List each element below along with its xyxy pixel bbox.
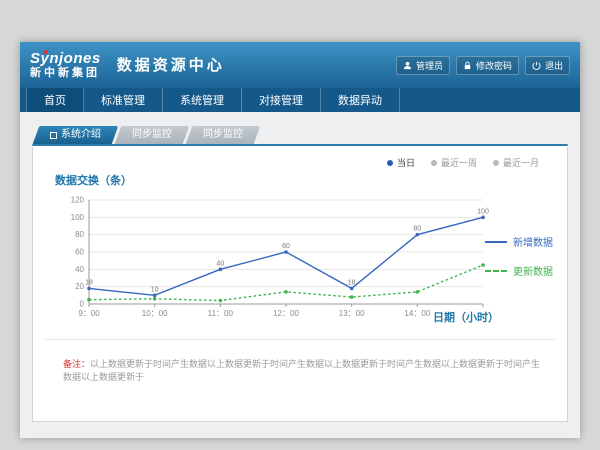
logo-accent-dot (44, 50, 48, 54)
admin-user-button[interactable]: 管理员 (396, 56, 450, 75)
synjones-logo: Synjones 新中新集团 (30, 51, 101, 79)
svg-text:40: 40 (75, 265, 84, 274)
svg-text:40: 40 (216, 260, 224, 267)
app-window: Synjones 新中新集团 数据资源中心 管理员 修改密码 退出 首页 标准管… (20, 42, 580, 438)
time-range-filters: 当日 最近一周 最近一月 (387, 156, 539, 169)
filter-dot-icon (431, 160, 437, 166)
svg-text:18: 18 (348, 279, 356, 286)
filter-label: 最近一周 (441, 156, 477, 169)
tab-label: 同步监控 (203, 126, 243, 144)
tab-icon (50, 132, 57, 139)
svg-text:10: 10 (151, 286, 159, 293)
lock-icon (463, 61, 472, 70)
divider (45, 339, 555, 340)
svg-text:60: 60 (282, 243, 290, 250)
logo-text: Synjones (30, 51, 101, 67)
svg-text:18: 18 (85, 279, 93, 286)
legend-item-updated-data[interactable]: 更新数据 (485, 263, 553, 278)
svg-text:13：00: 13：00 (339, 309, 365, 318)
nav-item-data-change[interactable]: 数据异动 (321, 88, 400, 112)
chart-panel: 当日 最近一周 最近一月 数据交换（条） 0 20 40 60 80 100 120 9：00… (32, 144, 568, 422)
x-axis-title: 日期（小时） (433, 309, 499, 325)
filter-last-week[interactable]: 最近一周 (431, 156, 477, 169)
admin-user-label: 管理员 (416, 59, 443, 72)
filter-last-month[interactable]: 最近一月 (493, 156, 539, 169)
brand: Synjones 新中新集团 数据资源中心 (30, 51, 225, 79)
svg-text:60: 60 (75, 248, 84, 257)
filter-label: 最近一月 (503, 156, 539, 169)
y-axis-title: 数据交换（条） (55, 172, 132, 188)
footnote: 备注：以上数据更新于时间产生数据以上数据更新于时间产生数据以上数据更新于时间产生… (63, 358, 547, 383)
tab-sync-monitor-2[interactable]: 同步监控 (186, 126, 261, 144)
main-nav: 首页 标准管理 系统管理 对接管理 数据异动 (20, 88, 580, 112)
footnote-text: 以上数据更新于时间产生数据以上数据更新于时间产生数据以上数据更新于时间产生数据以… (63, 359, 540, 382)
svg-text:12：00: 12：00 (273, 309, 299, 318)
nav-item-system-mgmt[interactable]: 系统管理 (163, 88, 242, 112)
dashed-line-icon (485, 270, 507, 272)
logo-subtext: 新中新集团 (30, 68, 101, 80)
svg-text:0: 0 (80, 300, 85, 309)
content-area: 系统介绍 同步监控 同步监控 当日 最近一周 (20, 112, 580, 438)
filter-dot-icon (493, 160, 499, 166)
svg-text:80: 80 (75, 230, 84, 239)
svg-text:120: 120 (71, 196, 85, 205)
line-chart: 0 20 40 60 80 100 120 9：00 10：00 11：00 12：00 13：00 1… (59, 190, 489, 322)
svg-text:10：00: 10：00 (142, 309, 168, 318)
legend-label: 新增数据 (513, 234, 553, 249)
change-password-button[interactable]: 修改密码 (456, 56, 519, 75)
tab-bar: 系统介绍 同步监控 同步监控 (36, 126, 580, 144)
user-icon (403, 61, 412, 70)
logout-label: 退出 (545, 59, 563, 72)
svg-text:9：00: 9：00 (78, 309, 100, 318)
tab-system-intro[interactable]: 系统介绍 (33, 126, 119, 144)
nav-item-standard-mgmt[interactable]: 标准管理 (84, 88, 163, 112)
legend-label: 更新数据 (513, 263, 553, 278)
change-password-label: 修改密码 (476, 59, 512, 72)
filter-today[interactable]: 当日 (387, 156, 415, 169)
logout-icon (532, 61, 541, 70)
svg-text:14：00: 14：00 (404, 309, 430, 318)
app-header: Synjones 新中新集团 数据资源中心 管理员 修改密码 退出 (20, 42, 580, 88)
svg-text:11：00: 11：00 (208, 309, 234, 318)
svg-text:20: 20 (75, 282, 84, 291)
tab-label: 同步监控 (132, 126, 172, 144)
logout-button[interactable]: 退出 (525, 56, 570, 75)
series-legend: 新增数据 更新数据 (485, 234, 553, 292)
filter-label: 当日 (397, 156, 415, 169)
solid-line-icon (485, 241, 507, 243)
svg-text:100: 100 (71, 213, 85, 222)
footnote-prefix: 备注： (63, 359, 90, 369)
user-area: 管理员 修改密码 退出 (396, 56, 570, 75)
svg-text:100: 100 (477, 208, 489, 215)
tab-label: 系统介绍 (61, 126, 101, 144)
filter-dot-icon (387, 160, 393, 166)
legend-item-new-data[interactable]: 新增数据 (485, 234, 553, 249)
svg-text:80: 80 (413, 226, 421, 233)
tab-sync-monitor-1[interactable]: 同步监控 (115, 126, 190, 144)
nav-item-home[interactable]: 首页 (26, 88, 84, 112)
page-title: 数据资源中心 (117, 54, 225, 75)
nav-item-docking-mgmt[interactable]: 对接管理 (242, 88, 321, 112)
